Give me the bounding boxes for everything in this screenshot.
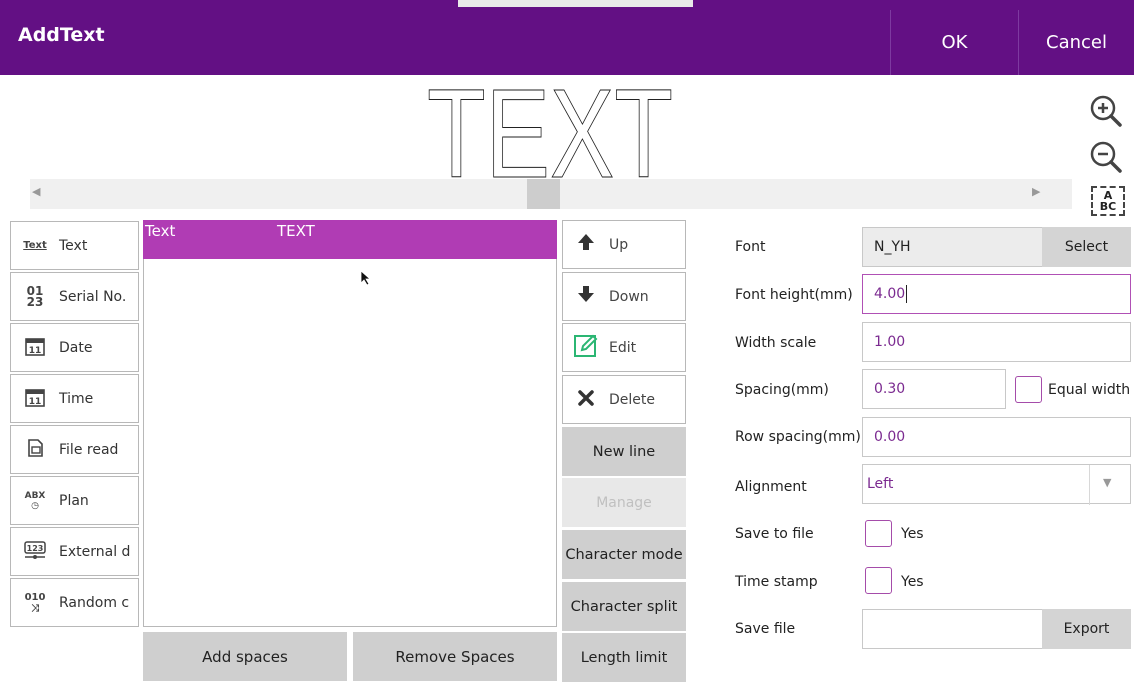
remove-spaces-button[interactable]: Remove Spaces [353,632,557,681]
calendar-icon: 11 [11,335,59,360]
type-label: File read [59,441,119,458]
row-spacing-input[interactable]: 0.00 [862,417,1131,457]
ok-button[interactable]: OK [890,10,1018,75]
equal-width-checkbox[interactable] [1015,376,1042,403]
font-height-label: Font height(mm) [735,287,853,303]
alignment-value: Left [867,476,894,492]
spacing-label: Spacing(mm) [735,382,829,398]
save-to-file-yes: Yes [901,526,924,542]
type-date[interactable]: 11 Date [10,323,139,372]
text-icon: Text [23,240,47,251]
alignment-select[interactable]: Left ▼ [862,464,1131,505]
delete-label: Delete [609,391,655,408]
list-item-type: Text [145,222,176,240]
type-plan[interactable]: ABX ◷ Plan [10,476,139,525]
time-stamp-yes: Yes [901,574,924,590]
alignment-label: Alignment [735,479,807,495]
type-external-data[interactable]: 123 External d [10,527,139,576]
save-file-label: Save file [735,621,796,637]
font-height-value: 4.00 [874,286,906,302]
length-limit-button[interactable]: Length limit [562,633,686,682]
scroll-thumb[interactable] [527,179,560,209]
type-label: Date [59,339,93,356]
type-random[interactable]: 010 ⤨ Random c [10,578,139,627]
type-time[interactable]: 11 Time [10,374,139,423]
export-button[interactable]: Export [1042,609,1131,649]
row-spacing-label: Row spacing(mm) [735,429,861,445]
save-file-input[interactable] [862,609,1044,649]
svg-text:11: 11 [29,397,42,407]
delete-button[interactable]: Delete [562,375,686,424]
type-label: Time [59,390,94,407]
text-caret [906,285,908,303]
manage-button[interactable]: Manage [562,478,686,527]
character-mode-button[interactable]: Character mode [562,530,686,579]
equal-width-label: Equal width [1048,382,1131,398]
arrow-up-icon [563,232,609,257]
add-spaces-button[interactable]: Add spaces [143,632,347,681]
preview-canvas: TEXT [427,87,674,179]
save-to-file-checkbox[interactable] [865,520,892,547]
plan-icon: ABX ◷ [24,490,46,511]
svg-text:11: 11 [29,346,42,356]
font-height-input[interactable]: 4.00 [862,274,1131,314]
width-scale-label: Width scale [735,335,817,351]
cancel-button[interactable]: Cancel [1018,10,1134,75]
select-divider [1089,465,1090,505]
type-label: Text [59,237,88,254]
arrow-down-icon [563,284,609,309]
mouse-cursor-icon [360,270,372,286]
svg-text:123: 123 [27,544,44,553]
serial-number-icon: 01 23 [26,283,44,309]
select-font-button[interactable]: Select [1042,227,1131,267]
scroll-left-icon[interactable]: ◀ [32,185,40,198]
abc-icon[interactable]: A BC [1091,186,1125,216]
time-stamp-label: Time stamp [735,574,818,590]
new-line-button[interactable]: New line [562,427,686,476]
type-text[interactable]: Text Text [10,221,139,270]
top-strip [458,0,693,7]
up-button[interactable]: Up [562,220,686,269]
down-button[interactable]: Down [562,272,686,321]
type-label: Random c [59,594,130,611]
zoom-out-icon[interactable] [1087,138,1125,176]
type-file-read[interactable]: File read [10,425,139,474]
list-item-content: TEXT [277,222,315,240]
width-scale-input[interactable]: 1.00 [862,322,1131,362]
type-label: Serial No. [59,288,127,305]
scroll-right-icon[interactable]: ▶ [1032,185,1040,198]
file-read-icon [11,437,59,462]
font-label: Font [735,239,766,255]
chevron-down-icon: ▼ [1103,476,1112,489]
edit-label: Edit [609,339,637,356]
page-title: AddText [18,24,105,46]
external-data-icon: 123 [11,539,59,564]
list-item[interactable]: Text TEXT [143,220,557,259]
edit-button[interactable]: Edit [562,323,686,372]
type-label: Plan [59,492,89,509]
type-label: External d [59,543,131,560]
close-icon [563,388,609,412]
save-to-file-label: Save to file [735,526,814,542]
down-label: Down [609,288,649,305]
font-field[interactable]: N_YH [862,227,1044,267]
text-list[interactable] [143,220,557,627]
zoom-in-icon[interactable] [1087,92,1125,130]
up-label: Up [609,236,629,253]
time-stamp-checkbox[interactable] [865,567,892,594]
character-split-button[interactable]: Character split [562,582,686,631]
spacing-input[interactable]: 0.30 [862,369,1006,409]
preview-text: TEXT [427,87,673,179]
edit-icon [563,332,609,363]
calendar-icon: 11 [11,386,59,411]
type-serial-no[interactable]: 01 23 Serial No. [10,272,139,321]
random-icon: 010 ⤨ [24,591,46,614]
